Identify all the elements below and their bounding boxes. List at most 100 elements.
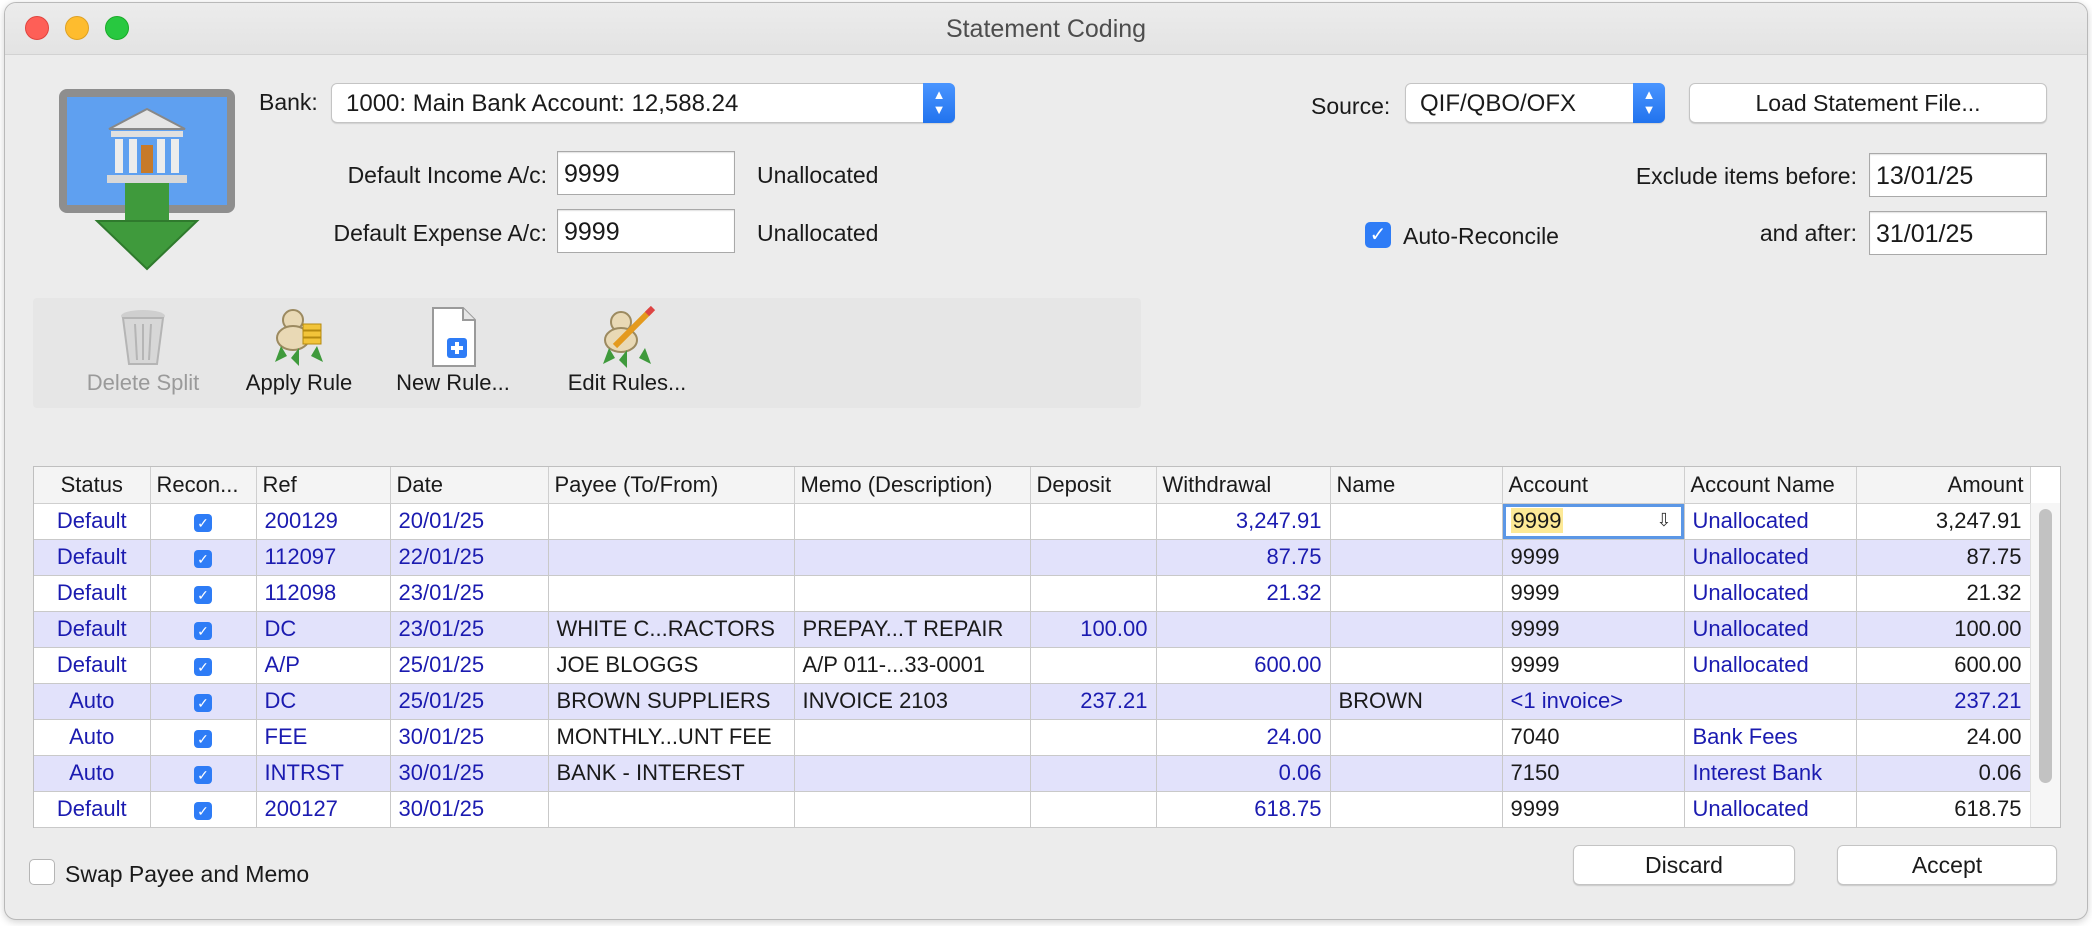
cell-name[interactable] [1330,647,1503,684]
cell-withdrawal[interactable] [1156,683,1331,720]
table-row[interactable]: Auto ✓ INTRST 30/01/25 BANK - INTEREST 0… [34,755,2031,792]
cell-reconciled[interactable]: ✓ [150,539,257,576]
cell-date[interactable]: 25/01/25 [390,647,549,684]
account-lookup-arrow-icon[interactable]: ⇩ [1656,510,1671,531]
cell-ref[interactable]: 200127 [256,791,391,828]
column-header-status[interactable]: Status [34,467,151,504]
cell-withdrawal[interactable] [1156,611,1331,648]
cell-name[interactable] [1330,611,1503,648]
column-header-withdrawal[interactable]: Withdrawal [1156,467,1331,504]
discard-button[interactable]: Discard [1573,845,1795,885]
cell-name[interactable] [1330,755,1503,792]
table-vertical-scrollbar[interactable] [2030,503,2060,827]
column-header-payee[interactable]: Payee (To/From) [548,467,795,504]
cell-memo[interactable] [794,791,1031,828]
cell-account[interactable]: 7150 [1502,755,1685,792]
cell-status[interactable]: Default [34,539,151,576]
cell-reconciled[interactable]: ✓ [150,683,257,720]
reconciled-checkbox[interactable]: ✓ [194,658,212,676]
cell-ref[interactable]: DC [256,611,391,648]
column-header-account-name[interactable]: Account Name [1684,467,1857,504]
cell-account[interactable]: 9999 [1502,647,1685,684]
reconciled-checkbox[interactable]: ✓ [194,730,212,748]
column-header-amount[interactable]: Amount [1856,467,2031,504]
cell-ref[interactable]: INTRST [256,755,391,792]
reconciled-checkbox[interactable]: ✓ [194,514,212,532]
edit-rules-button[interactable]: Edit Rules... [557,306,697,396]
cell-deposit[interactable] [1030,575,1157,612]
new-rule-button[interactable]: New Rule... [383,306,523,396]
cell-account-name[interactable]: Unallocated [1684,647,1857,684]
cell-date[interactable]: 22/01/25 [390,539,549,576]
cell-withdrawal[interactable]: 0.06 [1156,755,1331,792]
cell-payee[interactable] [548,791,795,828]
cell-payee[interactable] [548,539,795,576]
bank-select[interactable]: 1000: Main Bank Account: 12,588.24 ▲ ▼ [331,83,955,123]
column-header-ref[interactable]: Ref [256,467,391,504]
table-row[interactable]: Default ✓ 200127 30/01/25 618.75 9999 Un… [34,791,2031,828]
cell-account-name[interactable] [1684,683,1857,720]
column-header-date[interactable]: Date [390,467,549,504]
source-select[interactable]: QIF/QBO/OFX ▲ ▼ [1405,83,1665,123]
cell-status[interactable]: Default [34,611,151,648]
cell-withdrawal[interactable]: 87.75 [1156,539,1331,576]
cell-account-name[interactable]: Interest Bank [1684,755,1857,792]
cell-date[interactable]: 30/01/25 [390,755,549,792]
cell-amount[interactable]: 100.00 [1856,611,2031,648]
table-row[interactable]: Default ✓ 200129 20/01/25 3,247.91 9999 … [34,503,2031,540]
cell-reconciled[interactable]: ✓ [150,719,257,756]
cell-deposit[interactable] [1030,755,1157,792]
cell-ref[interactable]: 200129 [256,503,391,540]
cell-memo[interactable] [794,539,1031,576]
cell-account[interactable]: <1 invoice> [1502,683,1685,720]
load-statement-file-button[interactable]: Load Statement File... [1689,83,2047,123]
cell-status[interactable]: Auto [34,719,151,756]
table-row[interactable]: Default ✓ DC 23/01/25 WHITE C...RACTORS … [34,611,2031,648]
reconciled-checkbox[interactable]: ✓ [194,622,212,640]
reconciled-checkbox[interactable]: ✓ [194,766,212,784]
cell-status[interactable]: Auto [34,755,151,792]
cell-account-name[interactable]: Bank Fees [1684,719,1857,756]
cell-amount[interactable]: 87.75 [1856,539,2031,576]
cell-withdrawal[interactable]: 3,247.91 [1156,503,1331,540]
cell-amount[interactable]: 21.32 [1856,575,2031,612]
cell-payee[interactable]: BROWN SUPPLIERS [548,683,795,720]
cell-memo[interactable] [794,719,1031,756]
exclude-after-field[interactable]: 31/01/25 [1869,211,2047,255]
apply-rule-button[interactable]: Apply Rule [229,306,369,396]
cell-account[interactable]: 9999 [1502,791,1685,828]
cell-ref[interactable]: 112098 [256,575,391,612]
cell-amount[interactable]: 618.75 [1856,791,2031,828]
default-income-field[interactable]: 9999 [557,151,735,195]
cell-name[interactable] [1330,539,1503,576]
delete-split-button[interactable]: Delete Split [63,306,223,396]
cell-account-name[interactable]: Unallocated [1684,575,1857,612]
cell-ref[interactable]: DC [256,683,391,720]
cell-deposit[interactable]: 100.00 [1030,611,1157,648]
cell-ref[interactable]: 112097 [256,539,391,576]
cell-withdrawal[interactable]: 618.75 [1156,791,1331,828]
cell-deposit[interactable] [1030,791,1157,828]
cell-deposit[interactable] [1030,647,1157,684]
cell-status[interactable]: Default [34,503,151,540]
cell-reconciled[interactable]: ✓ [150,755,257,792]
cell-reconciled[interactable]: ✓ [150,503,257,540]
cell-amount[interactable]: 0.06 [1856,755,2031,792]
cell-name[interactable] [1330,791,1503,828]
cell-reconciled[interactable]: ✓ [150,611,257,648]
column-header-account[interactable]: Account [1502,467,1685,504]
accept-button[interactable]: Accept [1837,845,2057,885]
cell-account[interactable]: 9999 [1502,539,1685,576]
swap-payee-memo-checkbox[interactable] [29,859,55,885]
cell-date[interactable]: 25/01/25 [390,683,549,720]
cell-memo[interactable]: A/P 011-...33-0001 [794,647,1031,684]
cell-memo[interactable]: INVOICE 2103 [794,683,1031,720]
cell-amount[interactable]: 600.00 [1856,647,2031,684]
cell-payee[interactable] [548,575,795,612]
cell-withdrawal[interactable]: 21.32 [1156,575,1331,612]
cell-status[interactable]: Default [34,647,151,684]
column-header-deposit[interactable]: Deposit [1030,467,1157,504]
cell-account-name[interactable]: Unallocated [1684,791,1857,828]
cell-name[interactable] [1330,503,1503,540]
cell-reconciled[interactable]: ✓ [150,791,257,828]
